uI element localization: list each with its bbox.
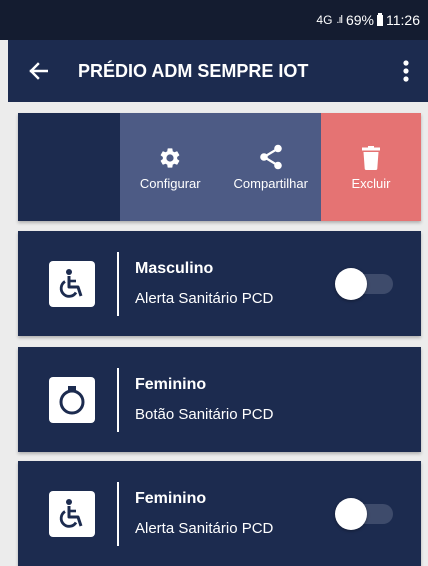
vertical-divider	[117, 251, 119, 316]
configure-button[interactable]: Configurar	[120, 113, 221, 221]
device-info: Masculino Alerta Sanitário PCD	[135, 260, 335, 307]
share-label: Compartilhar	[233, 175, 308, 191]
vertical-divider	[117, 481, 119, 546]
device-type: Botão Sanitário PCD	[135, 406, 274, 423]
wheelchair-icon	[49, 490, 95, 537]
delete-label: Excluir	[351, 175, 391, 191]
vertical-divider	[117, 367, 119, 432]
configure-label: Configurar	[139, 175, 201, 191]
device-type: Alerta Sanitário PCD	[135, 520, 274, 537]
alert-toggle[interactable]	[335, 267, 393, 300]
status-bar: 4G .ıl 69% 11:26	[0, 0, 428, 40]
delete-button[interactable]: Excluir	[321, 113, 421, 221]
trash-icon	[362, 144, 380, 170]
wheelchair-icon	[49, 260, 95, 307]
share-button[interactable]: Compartilhar	[221, 113, 322, 221]
device-info: Feminino Alerta Sanitário PCD	[135, 490, 335, 537]
more-menu-button[interactable]	[384, 40, 428, 102]
share-icon	[259, 144, 283, 170]
swipe-action-group: Configurar Compartilhar	[120, 113, 321, 221]
device-info: Feminino Botão Sanitário PCD	[135, 376, 421, 423]
device-name: Feminino	[135, 376, 207, 393]
toggle-thumb	[335, 497, 367, 530]
device-card[interactable]: Feminino Botão Sanitário PCD	[18, 347, 421, 452]
card-remnant	[18, 113, 120, 221]
arrow-left-icon	[29, 62, 48, 80]
gear-icon	[158, 144, 182, 170]
more-vertical-icon	[403, 60, 409, 82]
device-type: Alerta Sanitário PCD	[135, 290, 274, 307]
page-title: PRÉDIO ADM SEMPRE IOT	[78, 60, 309, 81]
signal-icon: .ıl	[336, 14, 342, 26]
app-bar: PRÉDIO ADM SEMPRE IOT	[8, 40, 428, 102]
network-type: 4G	[316, 13, 333, 27]
push-button-icon	[49, 376, 95, 423]
alert-toggle[interactable]	[335, 497, 393, 530]
device-card[interactable]: Masculino Alerta Sanitário PCD	[18, 231, 421, 336]
battery-icon	[377, 12, 383, 26]
device-name: Masculino	[135, 260, 214, 277]
swiped-device-card[interactable]: Configurar Compartilhar Excluir	[18, 113, 421, 221]
clock: 11:26	[386, 12, 420, 28]
device-card[interactable]: Feminino Alerta Sanitário PCD	[18, 461, 421, 566]
toggle-thumb	[335, 267, 367, 300]
battery-level: 69%	[345, 12, 374, 28]
device-name: Feminino	[135, 490, 207, 507]
back-button[interactable]	[8, 40, 68, 102]
